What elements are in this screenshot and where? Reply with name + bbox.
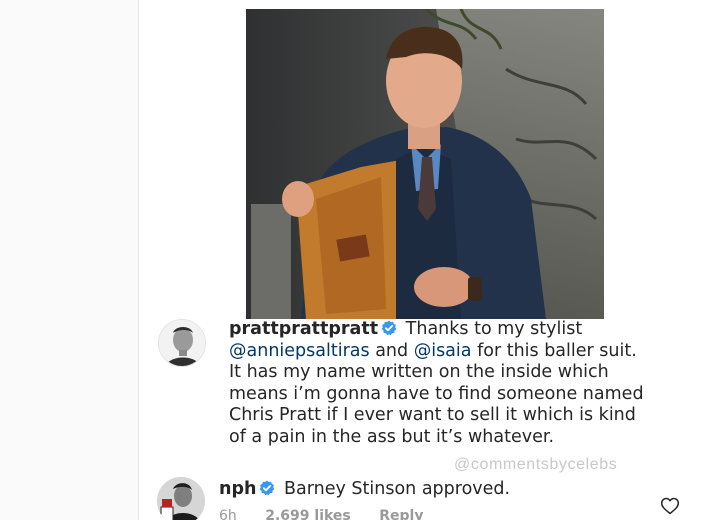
reply-like-count[interactable]: 2,699 likes [265, 508, 351, 520]
reply-comment: nph Barney Stinson approved. [219, 478, 510, 500]
verified-badge-icon [260, 480, 275, 496]
post-caption: prattprattpratt Thanks to my stylist @an… [229, 319, 649, 449]
reply-avatar[interactable] [157, 477, 205, 520]
reply-avatar-image [157, 477, 205, 520]
post-photo[interactable] [246, 9, 604, 319]
author-username[interactable]: prattprattpratt [229, 319, 378, 339]
mention-link-2[interactable]: @isaia [414, 341, 472, 361]
left-gutter [0, 0, 139, 520]
author-avatar[interactable] [158, 319, 206, 367]
post-photo-illustration [246, 9, 604, 319]
reply-meta: 6h 2,699 likes Reply [219, 508, 447, 520]
author-avatar-image [159, 320, 205, 366]
caption-text-2: and [375, 340, 409, 361]
reply-username[interactable]: nph [219, 479, 256, 499]
mention-link-1[interactable]: @anniepsaltiras [229, 341, 370, 361]
caption-text-1: Thanks to my stylist [405, 319, 583, 339]
heart-outline-icon[interactable] [660, 496, 680, 516]
watermark: @commentsbycelebs [454, 456, 618, 473]
instagram-post-view: prattprattpratt Thanks to my stylist @an… [0, 0, 726, 520]
reply-button[interactable]: Reply [379, 508, 423, 520]
caption-row [158, 319, 206, 367]
reply-timestamp[interactable]: 6h [219, 508, 237, 520]
verified-badge-icon [381, 320, 397, 336]
reply-text: Barney Stinson approved. [284, 479, 511, 499]
